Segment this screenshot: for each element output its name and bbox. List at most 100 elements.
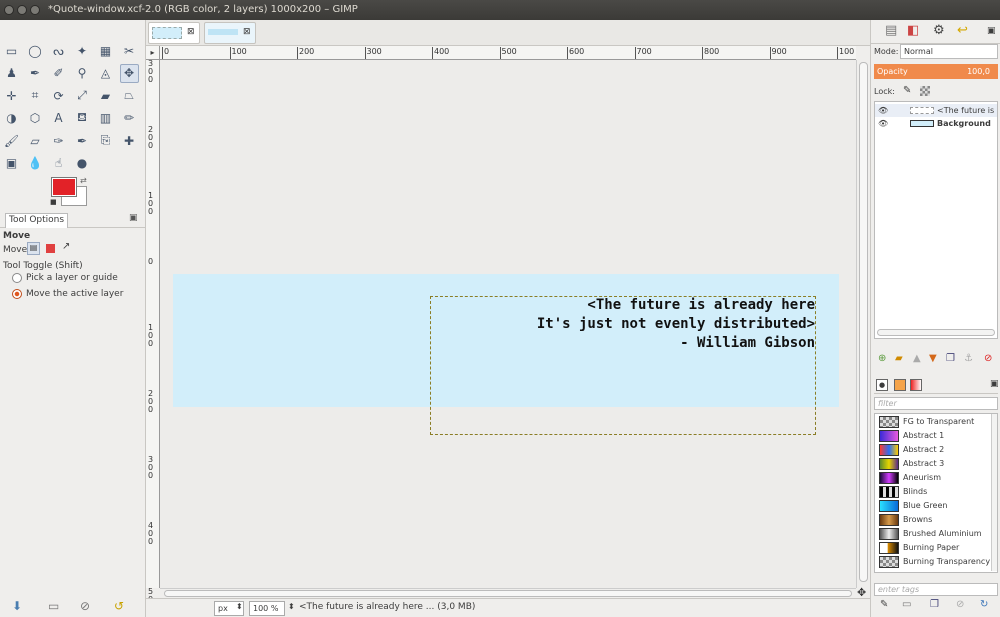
pencil-icon[interactable]: ✏: [120, 109, 139, 128]
default-colors-icon[interactable]: ■: [50, 198, 57, 206]
rect-select-icon[interactable]: ▭: [2, 41, 21, 60]
move-selection-mode-icon[interactable]: [46, 244, 55, 253]
undo-history-icon[interactable]: ↩: [957, 23, 968, 38]
dodge-burn-icon[interactable]: ●: [73, 154, 92, 173]
tab-menu-icon[interactable]: ▣: [129, 213, 138, 223]
ellipse-select-icon[interactable]: ◯: [26, 41, 45, 60]
lock-alpha-icon[interactable]: [920, 86, 930, 96]
perspective-icon[interactable]: ⏢: [120, 86, 139, 105]
gradient-item[interactable]: Blinds: [877, 485, 995, 499]
maximize-window-button[interactable]: [30, 5, 40, 15]
pick-layer-radio[interactable]: [12, 273, 22, 283]
layers-hscrollbar[interactable]: [877, 329, 995, 336]
new-layer-icon[interactable]: ⊕: [878, 353, 886, 364]
tool-options-icon[interactable]: ▤: [885, 23, 897, 38]
gradient-item[interactable]: Blue Green: [877, 499, 995, 513]
tab-menu-icon[interactable]: ▣: [990, 379, 999, 389]
minimize-window-button[interactable]: [17, 5, 27, 15]
move-active-layer-radio[interactable]: [12, 289, 22, 299]
fuzzy-select-icon[interactable]: ✦: [73, 41, 92, 60]
move-path-mode-icon[interactable]: ↗: [62, 241, 70, 252]
color-swatches[interactable]: ⇄ ■: [50, 176, 90, 210]
move-icon[interactable]: ✥: [119, 63, 139, 83]
layer-row-text[interactable]: 👁 <The future is already here: [875, 104, 997, 117]
foreground-color-swatch[interactable]: [52, 178, 76, 196]
tags-input[interactable]: enter tags: [874, 583, 998, 596]
scroll-thumb[interactable]: [859, 62, 868, 582]
refresh-gradients-icon[interactable]: ↻: [980, 599, 988, 610]
ink-icon[interactable]: ✒: [73, 131, 92, 150]
zoom-select[interactable]: 100 %: [249, 601, 285, 616]
blur-icon[interactable]: 💧: [26, 154, 45, 173]
new-gradient-icon[interactable]: ▭: [902, 599, 911, 610]
patterns-tab-icon[interactable]: [894, 379, 906, 391]
gradient-item[interactable]: FG to Transparent: [877, 415, 995, 429]
brushes-tab-icon[interactable]: ●: [876, 379, 888, 391]
duplicate-layer-icon[interactable]: ❐: [946, 353, 955, 364]
horizontal-ruler[interactable]: 0 100 200 300 400 500 600 700 800 900 100: [160, 46, 856, 60]
text-icon[interactable]: A: [49, 109, 68, 128]
color-select-icon[interactable]: ▦: [96, 41, 115, 60]
anchor-layer-icon[interactable]: ⚓: [964, 353, 973, 364]
delete-layer-icon[interactable]: ⊘: [984, 353, 992, 364]
color-picker-icon[interactable]: ✐: [49, 64, 68, 83]
scissors-select-icon[interactable]: ✂: [120, 41, 139, 60]
gradient-item[interactable]: Burning Paper: [877, 541, 995, 555]
cage-icon[interactable]: ⬡: [26, 109, 45, 128]
restore-options-icon[interactable]: ▭: [48, 599, 59, 613]
gradient-item[interactable]: Abstract 1: [877, 429, 995, 443]
vertical-scrollbar[interactable]: [856, 60, 870, 588]
zoom-icon[interactable]: ⚲: [73, 64, 92, 83]
gradient-filter-input[interactable]: filter: [874, 397, 998, 410]
tab-menu-icon[interactable]: ▣: [987, 26, 996, 36]
layers-tab-icon[interactable]: ◧: [907, 23, 919, 38]
free-select-icon[interactable]: ᔓ: [49, 41, 68, 60]
edit-gradient-icon[interactable]: ✎: [880, 599, 888, 610]
perspective-clone-icon[interactable]: ▣: [2, 154, 21, 173]
eye-icon[interactable]: 👁: [878, 117, 888, 130]
new-layer-group-icon[interactable]: ▰: [895, 353, 903, 364]
rotate-icon[interactable]: ⟳: [49, 86, 68, 105]
gradient-item[interactable]: Burning Transparency: [877, 555, 995, 569]
opacity-slider[interactable]: Opacity 100,0: [874, 64, 998, 79]
save-options-icon[interactable]: ⬇: [12, 599, 22, 613]
layer-row-background[interactable]: 👁 Background: [875, 117, 997, 130]
reset-options-icon[interactable]: ↺: [114, 599, 124, 613]
gradient-item[interactable]: Abstract 2: [877, 443, 995, 457]
scale-icon[interactable]: ⤢: [73, 86, 92, 105]
canvas[interactable]: <The future is already here It's just no…: [160, 60, 856, 588]
eye-icon[interactable]: 👁: [878, 104, 888, 117]
gradients-list[interactable]: FG to Transparent Abstract 1 Abstract 2 Abs…: [874, 413, 998, 573]
lower-layer-icon[interactable]: ▼: [929, 353, 937, 364]
blend-icon[interactable]: ▥: [96, 109, 115, 128]
duplicate-gradient-icon[interactable]: ❐: [930, 599, 939, 610]
airbrush-icon[interactable]: ✑: [49, 131, 68, 150]
smudge-icon[interactable]: ☝: [49, 154, 68, 173]
heal-icon[interactable]: ✚: [120, 131, 139, 150]
paintbrush-icon[interactable]: 🖌: [2, 131, 21, 150]
paths-icon[interactable]: ✒: [26, 64, 45, 83]
close-tab-icon[interactable]: ⊠: [187, 27, 195, 37]
gradient-item[interactable]: Abstract 3: [877, 457, 995, 471]
eraser-icon[interactable]: ▱: [26, 131, 45, 150]
image-tab-2[interactable]: ⊠: [204, 22, 256, 44]
clone-icon[interactable]: ⎘: [96, 131, 115, 150]
raise-layer-icon[interactable]: ▲: [913, 353, 921, 364]
delete-gradient-icon[interactable]: ⊘: [956, 599, 964, 610]
text-layer[interactable]: <The future is already here It's just no…: [430, 296, 816, 435]
lock-pixels-icon[interactable]: ✎: [903, 85, 911, 96]
vertical-ruler[interactable]: 3002001000100200300400500: [146, 60, 160, 612]
gradient-item[interactable]: Brushed Aluminium: [877, 527, 995, 541]
foreground-select-icon[interactable]: ♟: [2, 64, 21, 83]
tool-options-tab[interactable]: Tool Options: [5, 213, 69, 228]
crop-icon[interactable]: ⌗: [26, 86, 45, 105]
channels-tab-icon[interactable]: ⚙: [933, 23, 945, 38]
gradient-item[interactable]: Aneurism: [877, 471, 995, 485]
quick-mask-corner-icon[interactable]: ▸: [146, 46, 160, 60]
gradients-tab-icon[interactable]: [910, 379, 922, 391]
mode-select[interactable]: Normal: [900, 44, 998, 59]
swap-colors-icon[interactable]: ⇄: [80, 176, 87, 185]
delete-options-icon[interactable]: ⊘: [80, 599, 90, 613]
measure-icon[interactable]: ◬: [96, 64, 115, 83]
move-layer-mode-icon[interactable]: ▤: [27, 242, 40, 255]
